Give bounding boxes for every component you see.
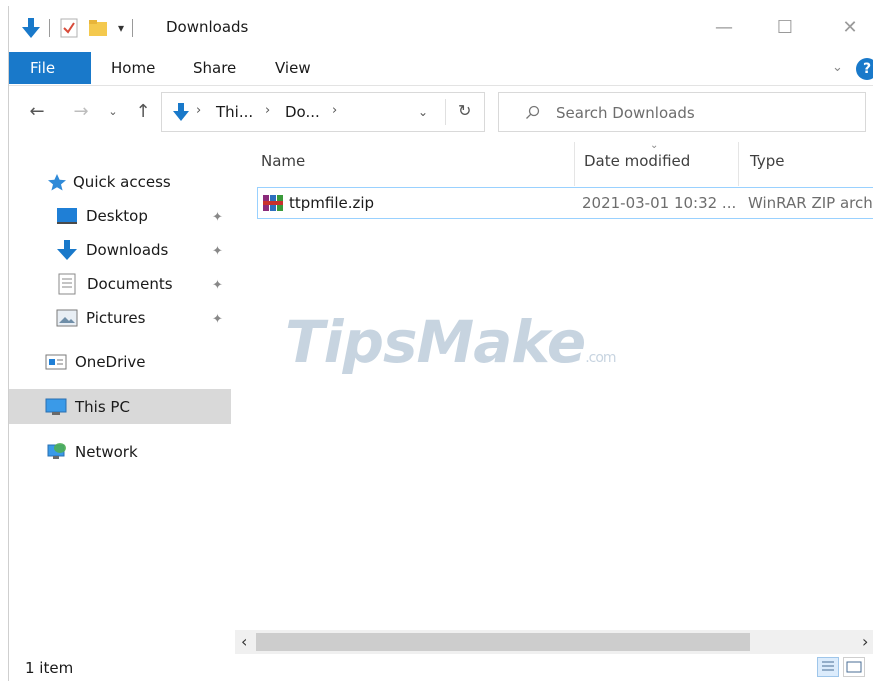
network-icon <box>47 443 66 459</box>
nav-item-network[interactable]: Network <box>45 436 138 468</box>
pictures-icon <box>56 309 78 327</box>
toolbar-separator <box>49 19 50 37</box>
recent-locations-icon[interactable]: ⌄ <box>105 100 121 124</box>
quick-access-toolbar: ▾ <box>21 16 134 40</box>
scroll-right-icon[interactable]: › <box>862 632 868 651</box>
minimize-button[interactable]: — <box>709 16 739 40</box>
details-view-button[interactable] <box>817 657 839 677</box>
nav-label: Desktop <box>86 207 148 225</box>
nav-item-this-pc[interactable]: This PC <box>45 391 130 423</box>
download-arrow-icon <box>22 18 40 38</box>
customize-toolbar-icon[interactable]: ▾ <box>118 21 124 35</box>
nav-item-onedrive[interactable]: OneDrive <box>45 346 146 378</box>
documents-icon <box>58 273 76 295</box>
address-divider <box>445 99 446 125</box>
desktop-icon <box>57 208 77 224</box>
column-header-type[interactable]: Type <box>750 152 784 170</box>
search-icon <box>526 105 540 119</box>
breadcrumb-chevron-icon[interactable]: › <box>265 103 270 118</box>
tab-home[interactable]: Home <box>111 52 155 84</box>
pin-icon[interactable]: ✦ <box>212 244 223 259</box>
watermark-logo: TipsMake.com <box>285 308 617 376</box>
nav-item-documents[interactable]: Documents <box>58 268 173 300</box>
winrar-archive-icon <box>263 195 283 211</box>
pin-icon[interactable]: ✦ <box>212 210 223 225</box>
breadcrumb-chevron-icon[interactable]: › <box>196 103 201 118</box>
star-icon <box>48 174 66 191</box>
file-date-modified: 2021-03-01 10:32 ... <box>582 194 737 212</box>
ribbon-tabs: File Home Share View ⌄ ? <box>9 50 873 86</box>
search-box[interactable]: Search Downloads <box>498 92 866 132</box>
forward-arrow-icon[interactable]: → <box>69 100 93 124</box>
address-row: ← → ⌄ ↑ › Thi... › Do... › ⌄ ↻ Search Do… <box>9 90 873 136</box>
nav-label: Documents <box>87 275 173 293</box>
scroll-left-icon[interactable]: ‹ <box>241 632 247 651</box>
navigation-pane: Quick access Desktop ✦ Downloads ✦ Docum… <box>9 138 235 658</box>
file-row[interactable]: ttpmfile.zip 2021-03-01 10:32 ... WinRAR… <box>257 187 873 219</box>
new-folder-icon[interactable] <box>88 18 108 38</box>
downloads-icon <box>57 240 77 260</box>
column-header-date-modified[interactable]: Date modified <box>584 152 690 170</box>
pin-icon[interactable]: ✦ <box>212 278 223 293</box>
breadcrumb-chevron-icon[interactable]: › <box>332 103 337 118</box>
tab-view[interactable]: View <box>275 52 311 84</box>
breadcrumb-this-pc[interactable]: Thi... <box>216 103 253 121</box>
sort-indicator-icon: ⌄ <box>650 140 659 151</box>
nav-label: Quick access <box>73 173 171 191</box>
window-title: Downloads <box>166 18 249 36</box>
address-dropdown-icon[interactable]: ⌄ <box>418 105 428 119</box>
back-arrow-icon[interactable]: ← <box>25 100 49 124</box>
title-bar: ▾ Downloads — ☐ ✕ <box>9 6 873 50</box>
nav-item-desktop[interactable]: Desktop <box>56 200 148 232</box>
pin-icon[interactable]: ✦ <box>212 312 223 327</box>
nav-label: This PC <box>75 398 130 416</box>
large-icons-view-button[interactable] <box>843 657 865 677</box>
column-header-name[interactable]: Name <box>261 152 305 170</box>
status-bar: 1 item <box>9 655 873 681</box>
nav-label: Network <box>75 443 138 461</box>
details-view-icon <box>822 661 834 671</box>
this-pc-icon <box>45 398 67 415</box>
horizontal-scrollbar[interactable]: ‹ › <box>235 630 873 654</box>
watermark-text: TipsMake <box>285 308 586 376</box>
maximize-button[interactable]: ☐ <box>770 16 800 40</box>
explorer-window: ▾ Downloads — ☐ ✕ File Home Share View ⌄… <box>8 6 873 681</box>
nav-label: OneDrive <box>75 353 146 371</box>
onedrive-icon <box>45 354 67 370</box>
tab-share[interactable]: Share <box>193 52 236 84</box>
expand-ribbon-icon[interactable]: ⌄ <box>832 52 843 84</box>
scroll-thumb[interactable] <box>256 633 750 651</box>
file-list-view: ⌄ Name Date modified Type ttpmfile.zip 2… <box>235 138 873 658</box>
help-button[interactable]: ? <box>856 58 873 80</box>
item-count: 1 item <box>25 659 74 677</box>
properties-icon[interactable] <box>60 18 78 38</box>
address-bar[interactable]: › Thi... › Do... › ⌄ ↻ <box>161 92 485 132</box>
watermark-suffix: .com <box>585 350 616 366</box>
large-icons-view-icon <box>846 661 862 673</box>
breadcrumb-downloads[interactable]: Do... <box>285 103 320 121</box>
nav-label: Downloads <box>86 241 169 259</box>
nav-label: Pictures <box>86 309 146 327</box>
file-type: WinRAR ZIP arch <box>748 194 873 212</box>
column-divider[interactable] <box>574 142 575 186</box>
downloads-location-icon <box>173 103 189 121</box>
nav-quick-access[interactable]: Quick access <box>47 166 171 198</box>
close-button[interactable]: ✕ <box>835 16 865 40</box>
file-name[interactable]: ttpmfile.zip <box>289 194 374 212</box>
nav-item-pictures[interactable]: Pictures <box>56 302 145 334</box>
refresh-icon[interactable]: ↻ <box>458 101 471 120</box>
toolbar-separator <box>132 19 134 37</box>
up-arrow-icon[interactable]: ↑ <box>131 100 155 124</box>
nav-item-downloads[interactable]: Downloads <box>56 234 168 266</box>
tab-file[interactable]: File <box>9 52 91 84</box>
search-input[interactable]: Search Downloads <box>556 104 695 122</box>
column-divider[interactable] <box>738 142 739 186</box>
